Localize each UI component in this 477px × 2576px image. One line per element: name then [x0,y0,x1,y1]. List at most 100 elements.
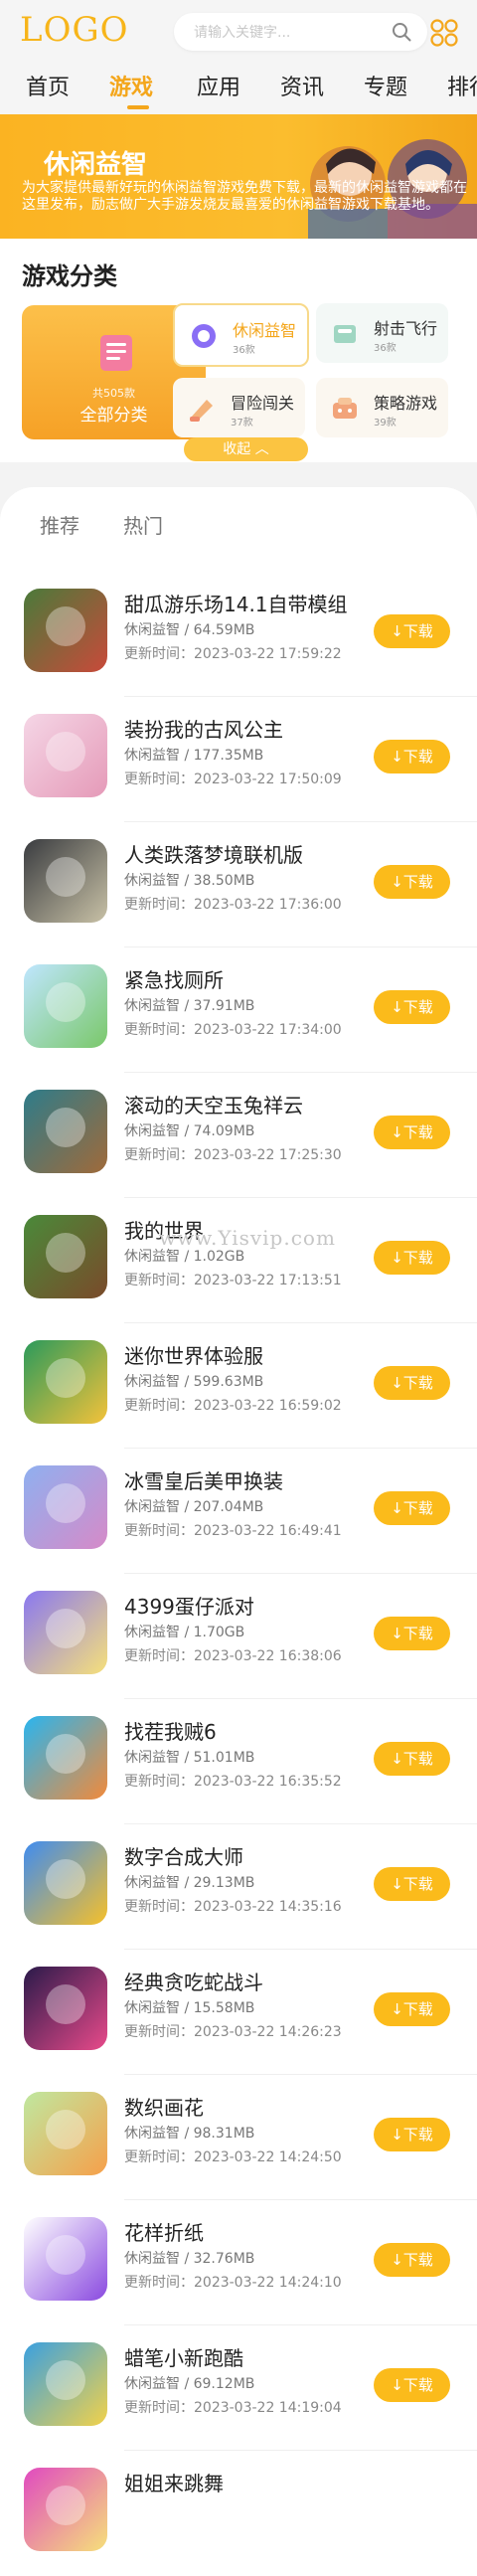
game-title[interactable]: 姐姐来跳舞 [124,2468,224,2496]
download-button[interactable]: ↓下载 [374,614,450,648]
ice-queen-icon[interactable] [24,1465,107,1549]
grid-menu-icon[interactable] [429,18,459,48]
game-title[interactable]: 人类跌落梦境联机版 [124,839,303,868]
game-list-item[interactable]: 花样折纸 休闲益智 / 32.76MB 更新时间：2023-03-22 14:24:… [0,2200,477,2325]
origami-icon[interactable] [24,2217,107,2301]
snake-battle-icon[interactable] [24,1967,107,2050]
tab-popular[interactable]: 热门 [123,510,163,539]
toilet-game-icon[interactable] [24,964,107,1048]
category-shooting[interactable]: 射击飞行 36款 [316,303,448,363]
game-meta: 休闲益智 / 177.35MB [124,748,264,764]
app-icon-artwork [46,1108,85,1147]
melon-playground-icon[interactable] [24,589,107,672]
collapse-button[interactable]: 收起 ︿ [184,437,308,461]
game-title[interactable]: 冰雪皇后美甲换装 [124,1465,283,1494]
download-button[interactable]: ↓下载 [374,1116,450,1149]
game-title[interactable]: 找茬我贼6 [124,1716,217,1745]
game-update-time: 更新时间：2023-03-22 16:59:02 [124,1398,342,1414]
search-input[interactable] [192,22,385,44]
game-list-item[interactable]: 数织画花 休闲益智 / 98.31MB 更新时间：2023-03-22 14:24:… [0,2075,477,2200]
download-button[interactable]: ↓下载 [374,1992,450,2026]
game-list-item[interactable]: 蜡笔小新跑酷 休闲益智 / 69.12MB 更新时间：2023-03-22 14:1… [0,2325,477,2451]
game-update-time: 更新时间：2023-03-22 17:50:09 [124,772,342,787]
game-update-time: 更新时间：2023-03-22 16:35:52 [124,1774,342,1790]
download-button[interactable]: ↓下载 [374,865,450,899]
game-list-item[interactable]: 紧急找厕所 休闲益智 / 37.91MB 更新时间：2023-03-22 17:34… [0,947,477,1073]
game-title[interactable]: 经典贪吃蛇战斗 [124,1967,263,1995]
game-list-item[interactable]: 4399蛋仔派对 休闲益智 / 1.70GB 更新时间：2023-03-22 16:… [0,1574,477,1699]
category-strategy[interactable]: 策略游戏 39款 [316,378,448,437]
human-fall-flat-icon[interactable] [24,839,107,923]
app-icon-artwork [46,1358,85,1398]
game-list-item[interactable]: 装扮我的古风公主休闲益智 / 177.35MB 更新时间：2023-03-22 1… [0,697,477,822]
game-title[interactable]: 花样折纸 [124,2217,204,2246]
download-button[interactable]: ↓下载 [374,1366,450,1400]
category-shooting-label: 射击飞行 [374,319,438,338]
game-title[interactable]: 滚动的天空玉兔祥云 [124,1090,303,1118]
logo[interactable]: LOGO [20,10,129,50]
game-list-item[interactable]: 迷你世界体验服 休闲益智 / 599.63MB 更新时间：2023-03-22 16… [0,1323,477,1449]
download-button[interactable]: ↓下载 [374,1617,450,1650]
download-button[interactable]: ↓下载 [374,740,450,773]
game-title[interactable]: 数织画花 [124,2092,204,2121]
watermark: www.Yisvip.com [159,1226,336,1250]
game-list-item[interactable]: 我的世界 休闲益智 / 1.02GB 更新时间：2023-03-22 17:13:5… [0,1198,477,1323]
nav-home[interactable]: 首页 [26,70,70,101]
app-icon-artwork [46,857,85,897]
nav-apps[interactable]: 应用 [197,70,240,101]
category-strategy-label: 策略游戏 [374,394,438,413]
game-title[interactable]: 迷你世界体验服 [124,1340,263,1369]
app-icon-artwork [46,2486,85,2525]
spot-difference-icon[interactable] [24,1716,107,1800]
game-list-item[interactable]: 找茬我贼6 休闲益智 / 51.01MB 更新时间：2023-03-22 16:35… [0,1699,477,1824]
app-icon-artwork [46,1734,85,1774]
header: LOGO 首页 游戏 应用 资讯 专题 排行 [0,0,477,114]
game-update-time: 更新时间：2023-03-22 17:36:00 [124,897,342,913]
game-title[interactable]: 数字合成大师 [124,1841,243,1870]
game-list-item[interactable]: 甜瓜游乐场14.1自带模组 休闲益智 / 64.59MB 更新时间：2023-03-… [0,572,477,697]
game-list-item[interactable]: 冰雪皇后美甲换装 休闲益智 / 207.04MB 更新时间：2023-03-22 1… [0,1449,477,1574]
search-bar[interactable] [174,13,427,51]
nav-news[interactable]: 资讯 [280,70,324,101]
download-button[interactable]: ↓下载 [374,1742,450,1776]
download-button[interactable]: ↓下载 [374,2243,450,2277]
eggy-party-icon[interactable] [24,1591,107,1674]
number-merge-icon[interactable] [24,1841,107,1925]
nav-rankings[interactable]: 排行 [447,70,477,101]
game-update-time: 更新时间：2023-03-22 14:26:23 [124,2024,342,2040]
search-icon[interactable] [392,22,411,42]
nav-games[interactable]: 游戏 [109,70,153,101]
download-button[interactable]: ↓下载 [374,2118,450,2151]
nav-topics[interactable]: 专题 [364,70,407,101]
category-adventure[interactable]: 冒险闯关 37款 [173,378,305,437]
game-title[interactable]: 紧急找厕所 [124,964,224,993]
mini-world-icon[interactable] [24,1340,107,1424]
adventure-category-icon [190,400,213,422]
dance-game-icon[interactable] [24,2468,107,2551]
flower-puzzle-icon[interactable] [24,2092,107,2175]
download-button[interactable]: ↓下载 [374,2368,450,2402]
game-title[interactable]: 装扮我的古风公主 [124,714,283,743]
rolling-sky-icon[interactable] [24,1090,107,1173]
game-title[interactable]: 4399蛋仔派对 [124,1591,254,1620]
download-button[interactable]: ↓下载 [374,1867,450,1901]
puzzle-category-icon [192,324,216,348]
game-title[interactable]: 蜡笔小新跑酷 [124,2342,243,2371]
princess-icon[interactable] [24,714,107,797]
minecraft-icon[interactable] [24,1215,107,1298]
game-title[interactable]: 甜瓜游乐场14.1自带模组 [124,589,348,617]
crayon-shin-chan-icon[interactable] [24,2342,107,2426]
game-list-item[interactable]: 滚动的天空玉兔祥云 休闲益智 / 74.09MB 更新时间：2023-03-22 1… [0,1073,477,1198]
app-icon-artwork [46,2110,85,2149]
game-list-item[interactable]: 数字合成大师 休闲益智 / 29.13MB 更新时间：2023-03-22 14:3… [0,1824,477,1950]
game-meta: 休闲益智 / 98.31MB [124,2126,255,2142]
category-puzzle[interactable]: 休闲益智 36款 [173,303,309,367]
game-list-item[interactable]: 经典贪吃蛇战斗 休闲益智 / 15.58MB 更新时间：2023-03-22 14:… [0,1950,477,2075]
download-button[interactable]: ↓下载 [374,1241,450,1275]
tab-recommended[interactable]: 推荐 [40,510,80,539]
game-list-item[interactable]: 姐姐来跳舞 [0,2451,477,2576]
game-update-time: 更新时间：2023-03-22 14:35:16 [124,1899,342,1915]
download-button[interactable]: ↓下载 [374,990,450,1024]
download-button[interactable]: ↓下载 [374,1491,450,1525]
game-list-item[interactable]: 人类跌落梦境联机版 休闲益智 / 38.50MB 更新时间：2023-03-22 1… [0,822,477,947]
